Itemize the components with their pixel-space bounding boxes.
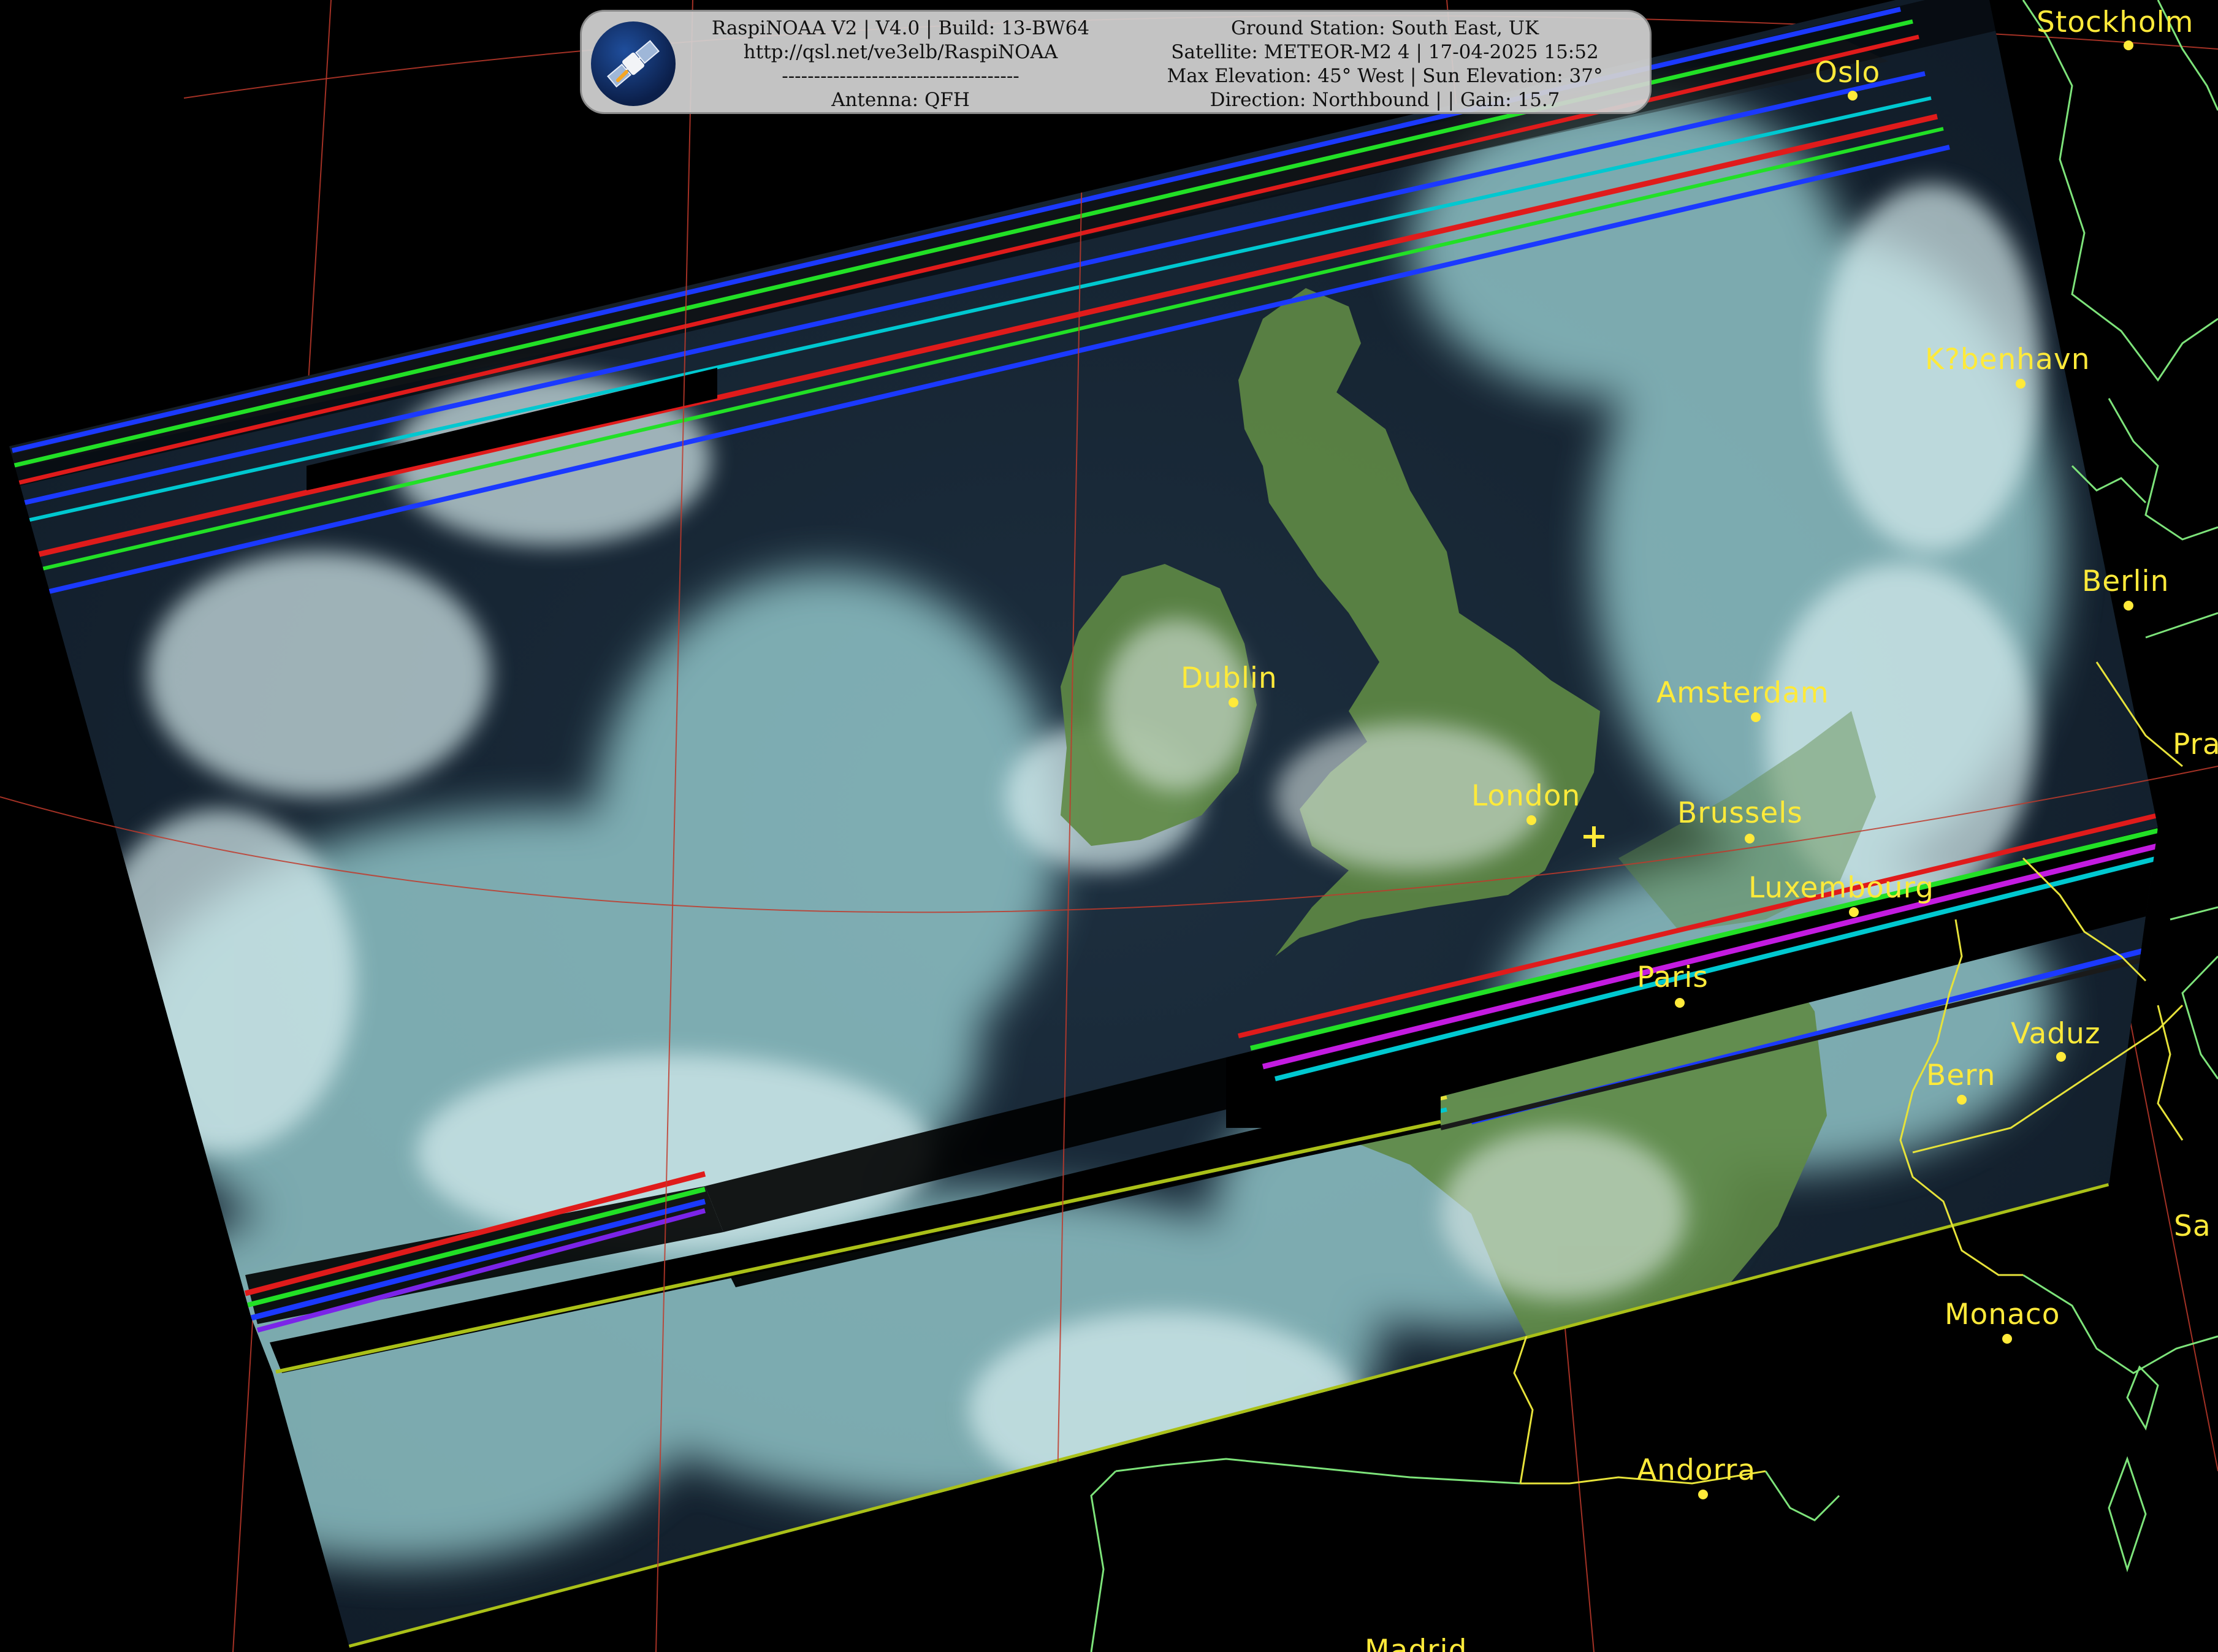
city-label-dublin: Dublin [1181, 661, 1278, 695]
city-label-berlin: Berlin [2082, 565, 2169, 598]
city-madrid: Madrid [1365, 1634, 1467, 1652]
city-label-london: London [1471, 779, 1580, 813]
city-label-praha: Pra [2173, 728, 2218, 761]
city-label-oslo: Oslo [1815, 56, 1880, 89]
pass-details: Ground Station: South East, UK Satellite… [1127, 17, 1642, 112]
ground-station-info: Ground Station: South East, UK [1231, 17, 1539, 39]
satellite-map: Stockholm Oslo K?benhavn Berlin Pra Dubl… [0, 0, 2218, 1652]
city-label-stockholm: Stockholm [2037, 6, 2193, 39]
project-url: http://qsl.net/ve3elb/RaspiNOAA [743, 41, 1058, 63]
city-label-brussels: Brussels [1677, 796, 1803, 830]
city-label-madrid: Madrid [1365, 1634, 1467, 1652]
city-label-vaduz: Vaduz [2011, 1017, 2101, 1051]
software-version: RaspiNOAA V2 | V4.0 | Build: 13-BW64 [711, 17, 1090, 39]
city-label-andorra: Andorra [1637, 1453, 1756, 1487]
city-label-san-marino: Sa [2174, 1209, 2211, 1243]
city-san-marino: Sa [2174, 1209, 2211, 1243]
software-info: RaspiNOAA V2 | V4.0 | Build: 13-BW64 htt… [686, 17, 1115, 112]
satellite-info: Satellite: METEOR-M2 4 | 17-04-2025 15:5… [1171, 41, 1599, 63]
satellite-icon [591, 21, 676, 106]
pass-info-panel: RaspiNOAA V2 | V4.0 | Build: 13-BW64 htt… [580, 10, 1652, 114]
city-label-luxembourg: Luxembourg [1748, 871, 1934, 905]
city-label-paris: Paris [1637, 961, 1709, 994]
elevation-info: Max Elevation: 45° West | Sun Elevation:… [1167, 65, 1603, 87]
city-label-bern: Bern [1926, 1059, 1995, 1092]
city-praha: Pra [2173, 728, 2218, 761]
city-label-amsterdam: Amsterdam [1656, 676, 1829, 710]
city-label-monaco: Monaco [1945, 1298, 2060, 1331]
city-label-kobenhavn: K?benhavn [1925, 343, 2090, 376]
info-separator: ------------------------------------- [782, 65, 1019, 87]
direction-gain-info: Direction: Northbound | | Gain: 15.7 [1210, 89, 1560, 111]
antenna-info: Antenna: QFH [831, 89, 970, 111]
